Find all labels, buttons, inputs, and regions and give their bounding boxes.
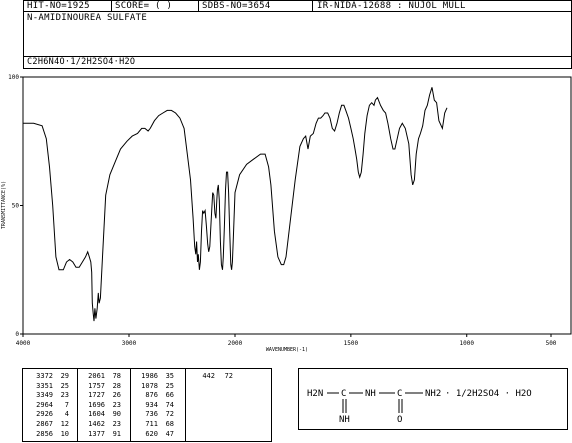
peak-column: 72 (219, 372, 233, 382)
x-tick-label: 500 (546, 340, 557, 347)
peak-value: 23 (112, 419, 121, 428)
peak-value: 620 (145, 429, 158, 438)
peak-value: 74 (165, 400, 174, 409)
peak-value: 736 (145, 410, 158, 419)
x-tick-label: 4000 (16, 340, 31, 347)
peak-value: 2926 (36, 410, 53, 419)
y-axis-label: TRANSMITTANCE(%) (1, 181, 7, 229)
peak-value: 1604 (88, 410, 105, 419)
x-tick-label: 1500 (344, 340, 359, 347)
peak-value: 1377 (88, 429, 105, 438)
spectrum-line (23, 87, 448, 322)
peak-value: 7 (64, 400, 69, 409)
y-tick-label: 50 (12, 203, 20, 210)
peak-value: 4 (64, 410, 69, 419)
peak-column: 442 (197, 372, 215, 382)
peak-value: 26 (112, 391, 121, 400)
peak-value: 2867 (36, 419, 53, 428)
x-tick-label: 3000 (122, 340, 137, 347)
struct-nh2: NH2 (425, 389, 441, 399)
peak-value: 72 (224, 372, 233, 380)
peak-table-divider (185, 369, 186, 441)
peak-column: 78 28 26 23 90 23 91 (107, 372, 121, 439)
peak-value: 1696 (88, 400, 105, 409)
struct-nh-bottom: NH (339, 415, 350, 425)
peak-value: 3351 (36, 381, 53, 390)
peak-column: 35 25 66 74 72 68 47 (160, 372, 174, 439)
peak-value: 78 (112, 372, 121, 380)
peak-value: 1078 (141, 381, 158, 390)
peak-value: 23 (60, 391, 69, 400)
structure-diagram: H2N C NH C NH2 · 1/2H2SO4 · H2O NH O (307, 389, 532, 425)
peak-column: 1986 1078 876 934 736 711 620 (136, 372, 158, 439)
structure-box: H2N C NH C NH2 · 1/2H2SO4 · H2O NH O (298, 368, 568, 430)
struct-c1: C (341, 389, 346, 399)
peak-value: 68 (165, 419, 174, 428)
peak-value: 3349 (36, 391, 53, 400)
peak-table: 3372 3351 3349 2964 2926 2867 2856 29 25 23 7 4 12 10… (22, 368, 272, 442)
peak-value: 3372 (36, 372, 53, 380)
peak-value: 442 (202, 372, 215, 380)
peak-column: 29 25 23 7 4 12 10 (55, 372, 69, 439)
peak-table-divider (77, 369, 78, 441)
ir-spectrum-chart: 4000 3000 2000 1500 1000 500 WAVENUMBER(-1) 0 50… (1, 74, 572, 353)
peak-value: 1757 (88, 381, 105, 390)
peak-value: 66 (165, 391, 174, 400)
peak-value: 28 (112, 381, 121, 390)
peak-value: 2964 (36, 400, 53, 409)
peak-value: 35 (165, 372, 174, 380)
peak-value: 1462 (88, 419, 105, 428)
peak-value: 12 (60, 419, 69, 428)
x-axis-label: WAVENUMBER(-1) (266, 347, 308, 353)
peak-value: 23 (112, 400, 121, 409)
x-tick-label: 2000 (228, 340, 243, 347)
struct-nh: NH (365, 389, 376, 399)
struct-c2: C (397, 389, 402, 399)
struct-salt: · 1/2H2SO4 · H2O (445, 389, 532, 399)
peak-value: 47 (165, 429, 174, 438)
peak-value: 25 (165, 381, 174, 390)
x-tick-label: 1000 (459, 340, 474, 347)
peak-value: 72 (165, 410, 174, 419)
y-tick-label: 0 (15, 331, 19, 338)
y-tick-label: 100 (8, 74, 19, 81)
peak-column: 2061 1757 1727 1696 1604 1462 1377 (83, 372, 105, 439)
struct-h2n: H2N (307, 389, 323, 399)
peak-value: 1727 (88, 391, 105, 400)
peak-column: 3372 3351 3349 2964 2926 2867 2856 (31, 372, 53, 439)
peak-value: 876 (145, 391, 158, 400)
peak-value: 10 (60, 429, 69, 438)
peak-value: 2061 (88, 372, 105, 380)
peak-table-divider (130, 369, 131, 441)
peak-value: 90 (112, 410, 121, 419)
peak-value: 1986 (141, 372, 158, 380)
peak-value: 25 (60, 381, 69, 390)
peak-value: 711 (145, 419, 158, 428)
peak-value: 934 (145, 400, 158, 409)
struct-o-bottom: O (397, 415, 402, 425)
peak-value: 29 (60, 372, 69, 380)
peak-value: 91 (112, 429, 121, 438)
peak-value: 2856 (36, 429, 53, 438)
